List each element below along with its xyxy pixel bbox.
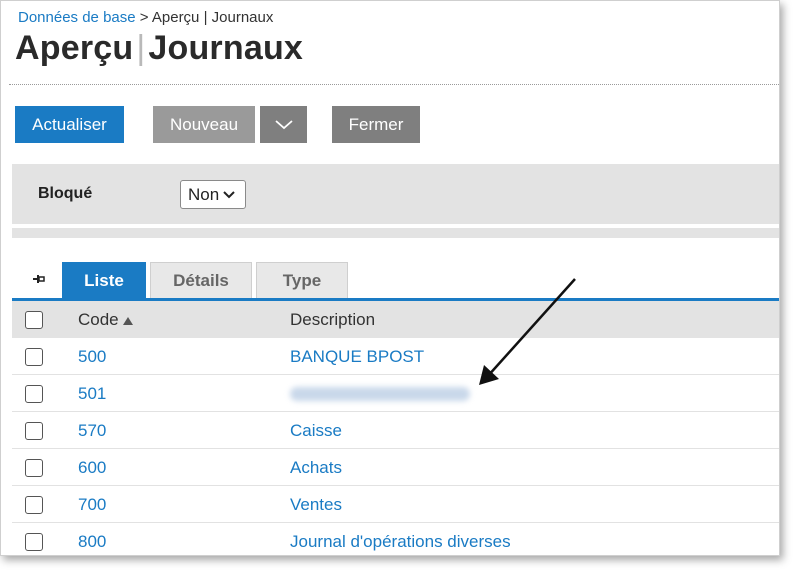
filter-panel-strip — [12, 228, 779, 238]
row-code-link[interactable]: 600 — [78, 458, 106, 478]
breadcrumb-current: Aperçu | Journaux — [151, 9, 274, 26]
row-checkbox[interactable] — [25, 348, 43, 366]
page-title-part1: Aperçu — [15, 29, 134, 67]
row-checkbox[interactable] — [25, 385, 43, 403]
row-code-link[interactable]: 700 — [78, 495, 106, 515]
tab-details[interactable]: Détails — [150, 262, 252, 299]
row-checkbox[interactable] — [25, 533, 43, 551]
select-all-checkbox[interactable] — [25, 311, 43, 329]
row-description-link[interactable]: Journal d'opérations diverses — [290, 532, 511, 552]
row-description-link[interactable]: BANQUE BPOST — [290, 347, 424, 367]
tab-type[interactable]: Type — [256, 262, 348, 299]
row-checkbox[interactable] — [25, 496, 43, 514]
row-code-link[interactable]: 500 — [78, 347, 106, 367]
new-dropdown-button[interactable] — [260, 106, 307, 143]
breadcrumb: Données de base > Aperçu | Journaux — [18, 9, 273, 26]
chevron-down-icon — [223, 190, 235, 198]
redacted-description — [290, 387, 470, 401]
table-row[interactable]: 500 BANQUE BPOST — [12, 338, 779, 375]
table-row[interactable]: 501 — [12, 375, 779, 412]
table-row[interactable]: 800 Journal d'opérations diverses — [12, 523, 779, 555]
column-header-code[interactable]: Code — [78, 310, 134, 330]
row-description-link[interactable]: Ventes — [290, 495, 342, 515]
blocked-filter-label: Bloqué — [38, 185, 93, 202]
breadcrumb-separator: > — [135, 9, 152, 26]
row-checkbox[interactable] — [25, 459, 43, 477]
row-description-link[interactable]: Caisse — [290, 421, 342, 441]
row-code-link[interactable]: 800 — [78, 532, 106, 552]
journals-table: Code Description 500 BANQUE BPOST 501 57… — [12, 301, 779, 555]
blocked-filter-select[interactable]: Non — [180, 180, 246, 209]
new-button[interactable]: Nouveau — [153, 106, 255, 143]
title-divider — [9, 84, 779, 85]
window: Données de base > Aperçu | Journaux Aper… — [0, 0, 780, 556]
row-code-link[interactable]: 501 — [78, 384, 106, 404]
blocked-filter-value: Non — [188, 184, 220, 204]
refresh-button[interactable]: Actualiser — [15, 106, 124, 143]
row-code-link[interactable]: 570 — [78, 421, 106, 441]
row-checkbox[interactable] — [25, 422, 43, 440]
sort-ascending-icon — [122, 316, 133, 325]
tab-list[interactable]: Liste — [62, 262, 146, 299]
page-title: Aperçu|Journaux — [15, 29, 303, 68]
pin-icon[interactable] — [30, 271, 46, 287]
table-header: Code Description — [12, 301, 779, 338]
filter-panel: Bloqué Non — [12, 164, 779, 224]
row-description-link[interactable]: Achats — [290, 458, 342, 478]
arrow-icon — [479, 278, 576, 385]
breadcrumb-link-master-data[interactable]: Données de base — [18, 9, 136, 26]
table-row[interactable]: 570 Caisse — [12, 412, 779, 449]
close-button[interactable]: Fermer — [332, 106, 420, 143]
page-title-part2: Journaux — [148, 29, 304, 67]
column-header-description[interactable]: Description — [290, 310, 375, 330]
chevron-down-icon — [274, 119, 293, 129]
table-row[interactable]: 600 Achats — [12, 449, 779, 486]
table-row[interactable]: 700 Ventes — [12, 486, 779, 523]
page-title-separator: | — [136, 29, 146, 67]
